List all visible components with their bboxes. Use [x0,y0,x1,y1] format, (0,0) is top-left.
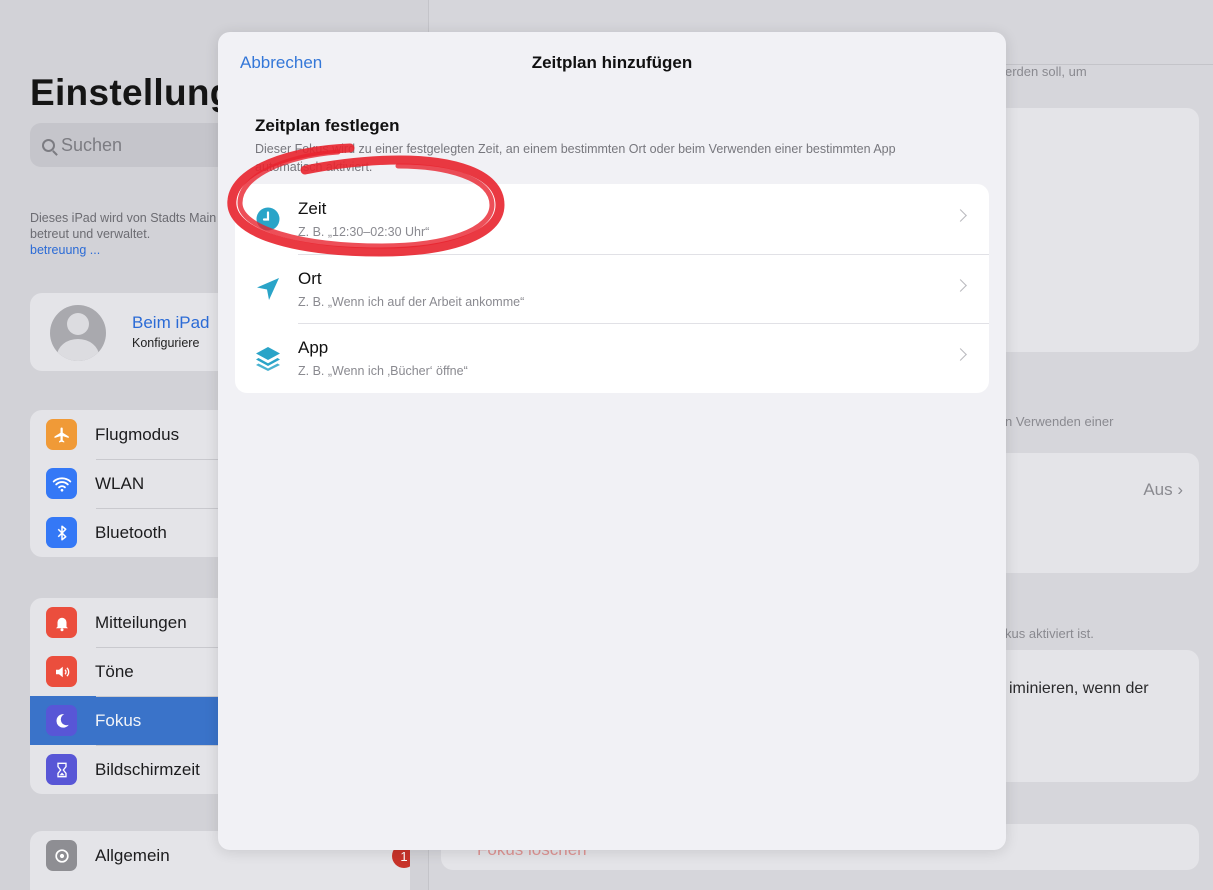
clock-icon [256,207,280,231]
account-name: Beim iPad [132,313,210,332]
managed-text: Dieses iPad wird von Stadts Main betreut… [30,211,217,241]
option-subtitle: Z. B. „Wenn ich auf der Arbeit ankomme“ [298,294,525,309]
avatar [50,305,106,361]
sidebar-item-label: Flugmodus [95,424,180,444]
option-title: App [298,338,329,357]
sidebar-item-label: Fokus [95,710,142,730]
option-ort[interactable]: Ort Z. B. „Wenn ich auf der Arbeit ankom… [235,253,989,324]
sidebar-item-label: Bluetooth [95,522,167,542]
sidebar-item-label: Bildschirmzeit [95,759,200,779]
add-schedule-sheet: Abbrechen Zeitplan hinzufügen Zeitplan f… [218,32,1006,850]
sidebar-item-label: Töne [95,661,134,681]
option-app[interactable]: App Z. B. „Wenn ich ‚Bücher‘ öffne“ [235,323,989,393]
chevron-right-icon [954,278,967,292]
hourglass-icon [46,754,77,785]
detail-text-mid: n Verwenden einer [1005,414,1114,429]
option-title: Zeit [298,199,327,218]
detail-card-top [989,108,1199,352]
app-layers-icon [256,347,280,371]
option-zeit[interactable]: Zeit Z. B. „12:30–02:30 Uhr“ [235,184,989,254]
managed-notice: Dieses iPad wird von Stadts Main betreut… [30,210,220,258]
detail-card-schedule[interactable] [989,453,1199,573]
chevron-right-icon [954,348,967,361]
detail-card-filter [989,650,1199,782]
bluetooth-icon [46,517,77,548]
wifi-icon [46,468,77,499]
gear-icon [46,840,77,871]
speaker-icon [46,656,77,687]
schedule-value[interactable]: Aus › [1143,480,1183,500]
option-title: Ort [298,268,322,288]
detail-text-aktiv: kus aktiviert ist. [1005,626,1094,641]
account-subtitle: Konfiguriere [132,336,200,350]
section-title: Zeitplan festlegen [255,116,400,135]
option-subtitle: Z. B. „12:30–02:30 Uhr“ [298,225,430,239]
moon-icon [46,705,77,736]
detail-text-eliminate: iminieren, wenn der [1009,680,1149,697]
managed-link[interactable]: betreuung ... [30,243,100,257]
detail-text-top: erden soll, um [1005,64,1087,79]
airplane-icon [46,419,77,450]
sidebar-item-label: Allgemein [95,845,170,865]
bell-icon [46,607,77,638]
chevron-right-icon [954,209,967,222]
search-placeholder: Suchen [61,134,123,155]
search-icon [42,138,55,152]
location-arrow-icon [257,277,279,300]
sidebar-item-label: WLAN [95,473,145,493]
section-description: Dieser Fokus wird zu einer festgelegten … [255,142,896,174]
schedule-options-list: Zeit Z. B. „12:30–02:30 Uhr“ Ort Z. B. „… [235,184,989,393]
sidebar-item-label: Mitteilungen [95,612,187,632]
schedule-value-label: Aus [1143,480,1173,499]
option-subtitle: Z. B. „Wenn ich ‚Bücher‘ öffne“ [298,364,468,378]
sheet-title: Zeitplan hinzufügen [531,53,693,72]
